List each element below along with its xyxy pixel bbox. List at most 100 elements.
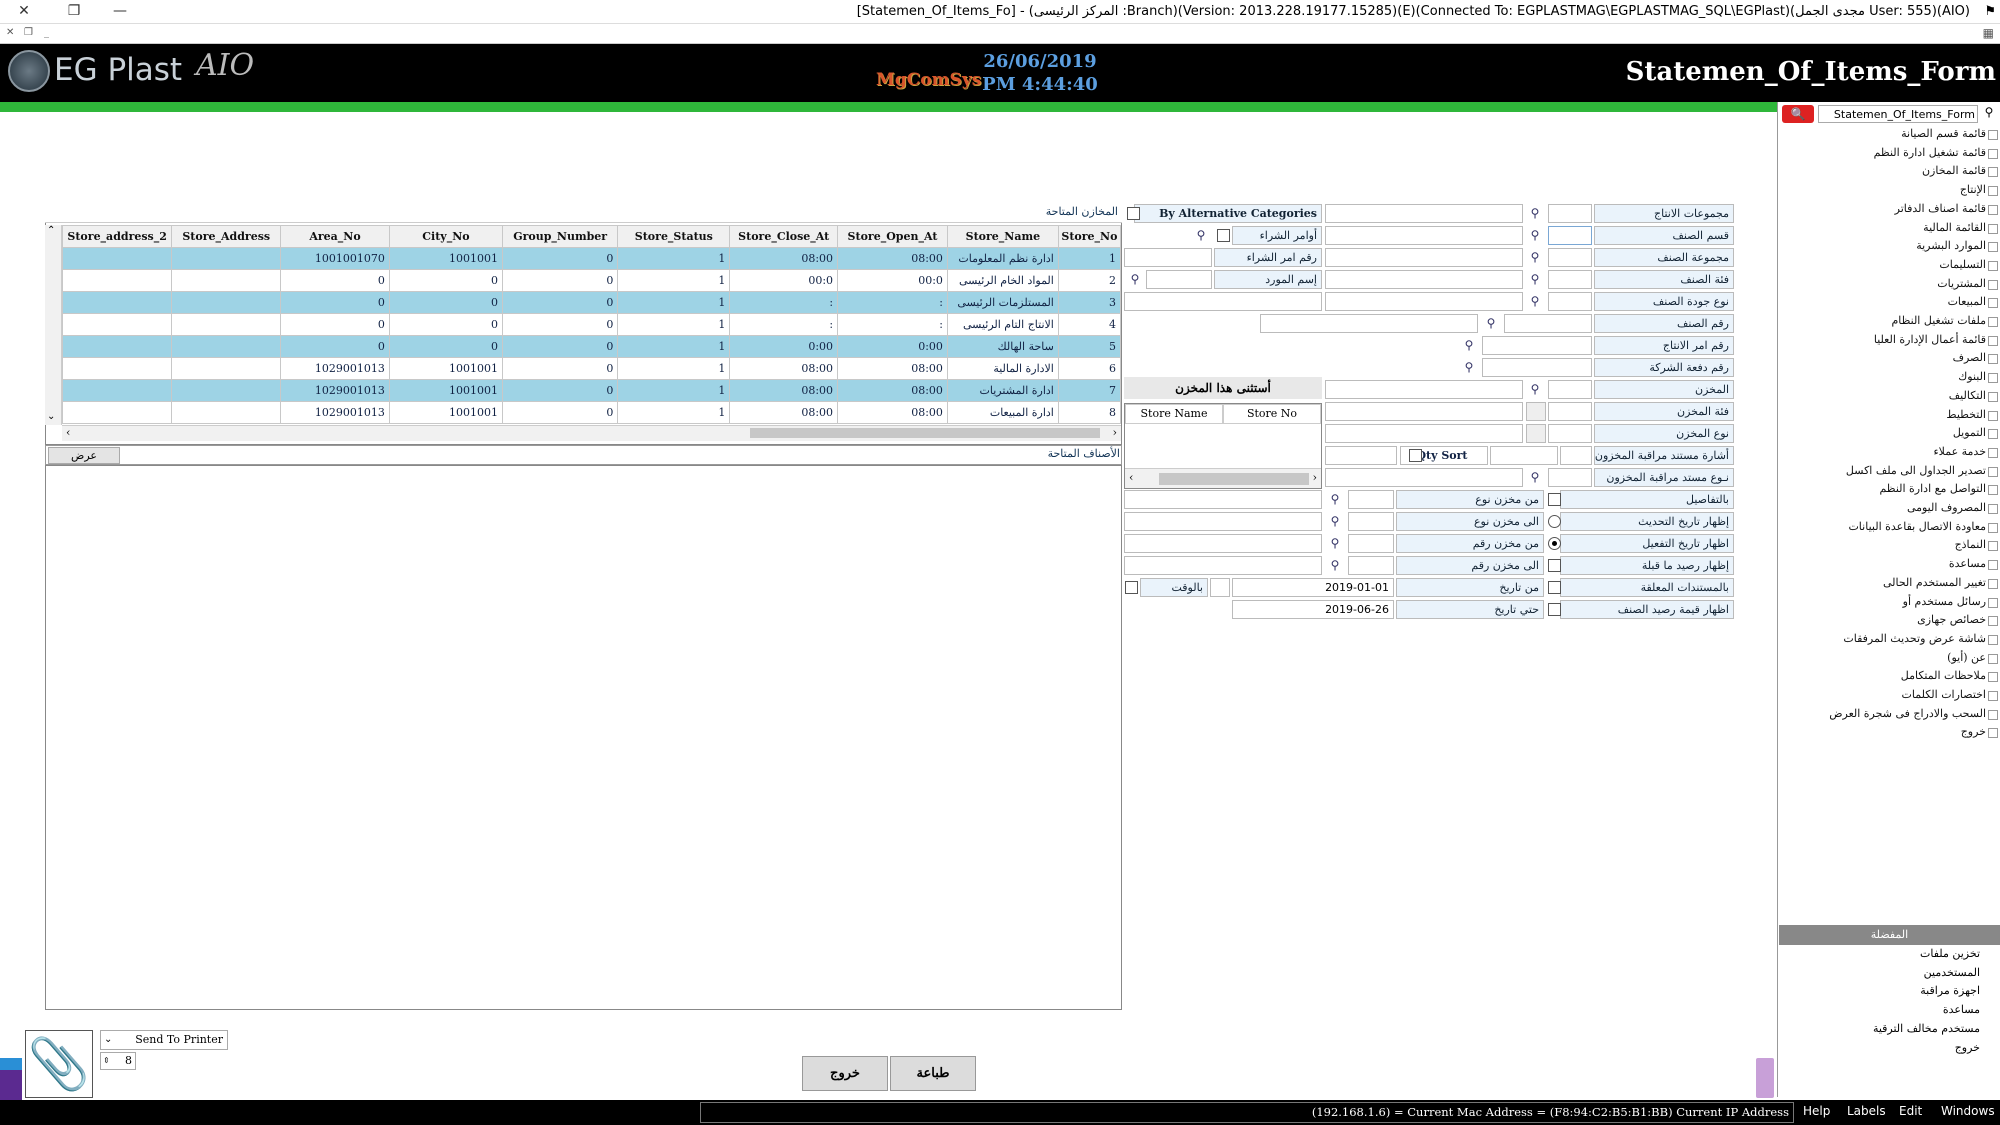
store-class-btn[interactable] — [1526, 402, 1546, 421]
nav-search-input[interactable]: Statemen_Of_Items_Form — [1818, 105, 1978, 123]
search-icon[interactable]: ⚲ — [1126, 270, 1144, 288]
qty-sort-checkbox[interactable] — [1409, 449, 1422, 462]
nav-item[interactable]: اختصارات الكلمات — [1786, 686, 1998, 704]
table-row[interactable]: 1029001013 1001001 0 1 08:00 08:00 ادارة المشت… — [62, 379, 1121, 402]
search-icon[interactable]: ⚲ — [1526, 468, 1544, 486]
grid-cell[interactable]: 1 — [617, 247, 731, 270]
grid-cell[interactable]: 1001001070 — [280, 247, 390, 270]
scroll-up-icon[interactable]: ⌃ — [47, 225, 55, 236]
mdi-close-icon[interactable]: ✕ — [6, 27, 14, 38]
search-icon[interactable]: ⚲ — [1980, 105, 1998, 123]
purchase-order-no-input[interactable] — [1124, 248, 1212, 267]
grid-cell[interactable]: 08:00 — [837, 357, 948, 380]
prod-groups-code[interactable] — [1548, 204, 1592, 223]
grid-cell[interactable]: 6 — [1057, 357, 1121, 380]
grid-cell[interactable]: 1 — [617, 401, 731, 424]
grid-cell[interactable]: 1 — [617, 313, 731, 336]
grid-cell[interactable]: ادارة المبيعات — [946, 401, 1059, 424]
grid-cell[interactable] — [171, 291, 282, 314]
nav-item[interactable]: خدمة عملاء — [1786, 443, 1998, 461]
favorite-item[interactable]: مستخدم مخالف الترقية — [1780, 1020, 1980, 1038]
nav-item[interactable]: قائمة اصناف الدفاتر — [1786, 200, 1998, 218]
scroll-right-icon[interactable]: › — [1313, 471, 1317, 484]
grid-col-header[interactable]: Store_No — [1057, 225, 1121, 248]
pending-docs-checkbox[interactable] — [1548, 581, 1561, 594]
grid-cell[interactable]: 7 — [1057, 379, 1121, 402]
grid-cell[interactable]: 1001001 — [388, 357, 504, 380]
grid-cell[interactable]: 0 — [502, 269, 619, 292]
grid-cell[interactable]: 08:00 — [837, 247, 948, 270]
nav-item[interactable]: شاشة عرض وتحديث المرفقات — [1786, 630, 1998, 648]
stepper-arrows-icon[interactable]: ⇕ — [103, 1053, 110, 1069]
grid-col-header[interactable]: Store_Name — [946, 225, 1059, 248]
favorite-item[interactable]: خروج — [1780, 1039, 1980, 1057]
table-row[interactable]: 1001001070 1001001 0 1 08:00 08:00 ادارة نظم ا… — [62, 247, 1121, 270]
grid-cell[interactable] — [62, 247, 173, 270]
store-name[interactable] — [1325, 380, 1523, 399]
search-icon[interactable]: ⚲ — [1460, 336, 1478, 354]
item-section-code[interactable] — [1548, 226, 1592, 245]
doc-ref-code[interactable] — [1560, 446, 1592, 465]
favorite-item[interactable]: اجهزة مراقبة — [1780, 982, 1980, 1000]
grid-col-header[interactable]: Store_Close_At — [729, 225, 839, 248]
mdi-grid-icon[interactable]: ▦ — [1983, 26, 1994, 40]
grid-cell[interactable]: ساحة الهالك — [946, 335, 1059, 358]
supplier-code[interactable] — [1146, 270, 1212, 289]
grid-cell[interactable]: ادارة نظم المعلومات — [946, 247, 1059, 270]
search-icon[interactable]: ⚲ — [1326, 556, 1344, 574]
table-row[interactable]: 0 0 0 1 0:00 0:00 ساحة الهالك 5 — [62, 335, 1121, 358]
by-time-checkbox[interactable] — [1125, 581, 1138, 594]
nav-item[interactable]: التخطيط — [1786, 406, 1998, 424]
grid-cell[interactable]: 5 — [1057, 335, 1121, 358]
grid-cell[interactable]: 08:00 — [837, 401, 948, 424]
grid-cell[interactable]: : — [837, 291, 948, 314]
grid-cell[interactable] — [171, 335, 282, 358]
menu-labels[interactable]: Labels — [1847, 1104, 1886, 1118]
tools-icon[interactable] — [1756, 1058, 1774, 1098]
grid-cell[interactable]: 0 — [280, 269, 390, 292]
grid-cell[interactable]: 0 — [388, 335, 504, 358]
grid-cell[interactable]: 1001001 — [388, 247, 504, 270]
item-section-name[interactable] — [1325, 226, 1523, 245]
nav-item[interactable]: تغيير المستخدم الحالى — [1786, 574, 1998, 592]
grid-col-header[interactable]: Store_Open_At — [837, 225, 948, 248]
grid-cell[interactable]: 0 — [502, 291, 619, 314]
except-store-scrollbar[interactable]: ‹ › — [1125, 468, 1321, 488]
item-class-code[interactable] — [1548, 270, 1592, 289]
doc-type-code[interactable] — [1548, 468, 1592, 487]
grid-cell[interactable]: 00:0 — [729, 269, 839, 292]
grid-cell[interactable] — [62, 401, 173, 424]
nav-item[interactable]: قائمة المخازن — [1786, 162, 1998, 180]
purchase-orders-checkbox[interactable] — [1217, 229, 1230, 242]
nav-item[interactable]: المصروف اليومى — [1786, 499, 1998, 517]
table-row[interactable]: 1029001013 1001001 0 1 08:00 08:00 ادارة المبي… — [62, 401, 1121, 424]
grid-cell[interactable]: المستلزمات الرئيسى — [946, 291, 1059, 314]
grid-cell[interactable]: 0 — [388, 269, 504, 292]
search-icon[interactable]: ⚲ — [1460, 358, 1478, 376]
store-type-btn[interactable] — [1526, 424, 1546, 443]
grid-cell[interactable]: 2 — [1057, 269, 1121, 292]
item-quality-name[interactable] — [1325, 292, 1523, 311]
search-icon[interactable]: ⚲ — [1326, 490, 1344, 508]
copies-stepper[interactable]: ⇕ 8 — [100, 1052, 136, 1070]
nav-item[interactable]: عن (أيو) — [1786, 649, 1998, 667]
grid-cell[interactable] — [62, 335, 173, 358]
from-date-dropdown[interactable] — [1210, 578, 1230, 597]
scroll-left-icon[interactable]: ‹ — [66, 426, 70, 439]
from-store-no-name[interactable] — [1124, 534, 1322, 553]
grid-cell[interactable]: 1 — [617, 357, 731, 380]
table-row[interactable]: 0 0 0 1:: المستلزمات الرئيسى 3 — [62, 291, 1121, 314]
grid-cell[interactable]: 0 — [502, 379, 619, 402]
grid-cell[interactable]: 1001001 — [388, 379, 504, 402]
favorite-item[interactable]: المستخدمين — [1780, 964, 1980, 982]
item-class-name[interactable] — [1325, 270, 1523, 289]
nav-search-button[interactable]: 🔍 — [1782, 105, 1814, 123]
grid-cell[interactable]: 1 — [617, 291, 731, 314]
grid-cell[interactable] — [62, 379, 173, 402]
except-store-list[interactable]: Store Name Store No ‹ › — [1124, 403, 1322, 489]
nav-item[interactable]: ملاحظات المتكامل — [1786, 667, 1998, 685]
grid-cell[interactable]: 4 — [1057, 313, 1121, 336]
nav-item[interactable]: الموارد البشرية — [1786, 237, 1998, 255]
menu-help[interactable]: Help — [1803, 1104, 1830, 1118]
grid-cell[interactable] — [171, 313, 282, 336]
